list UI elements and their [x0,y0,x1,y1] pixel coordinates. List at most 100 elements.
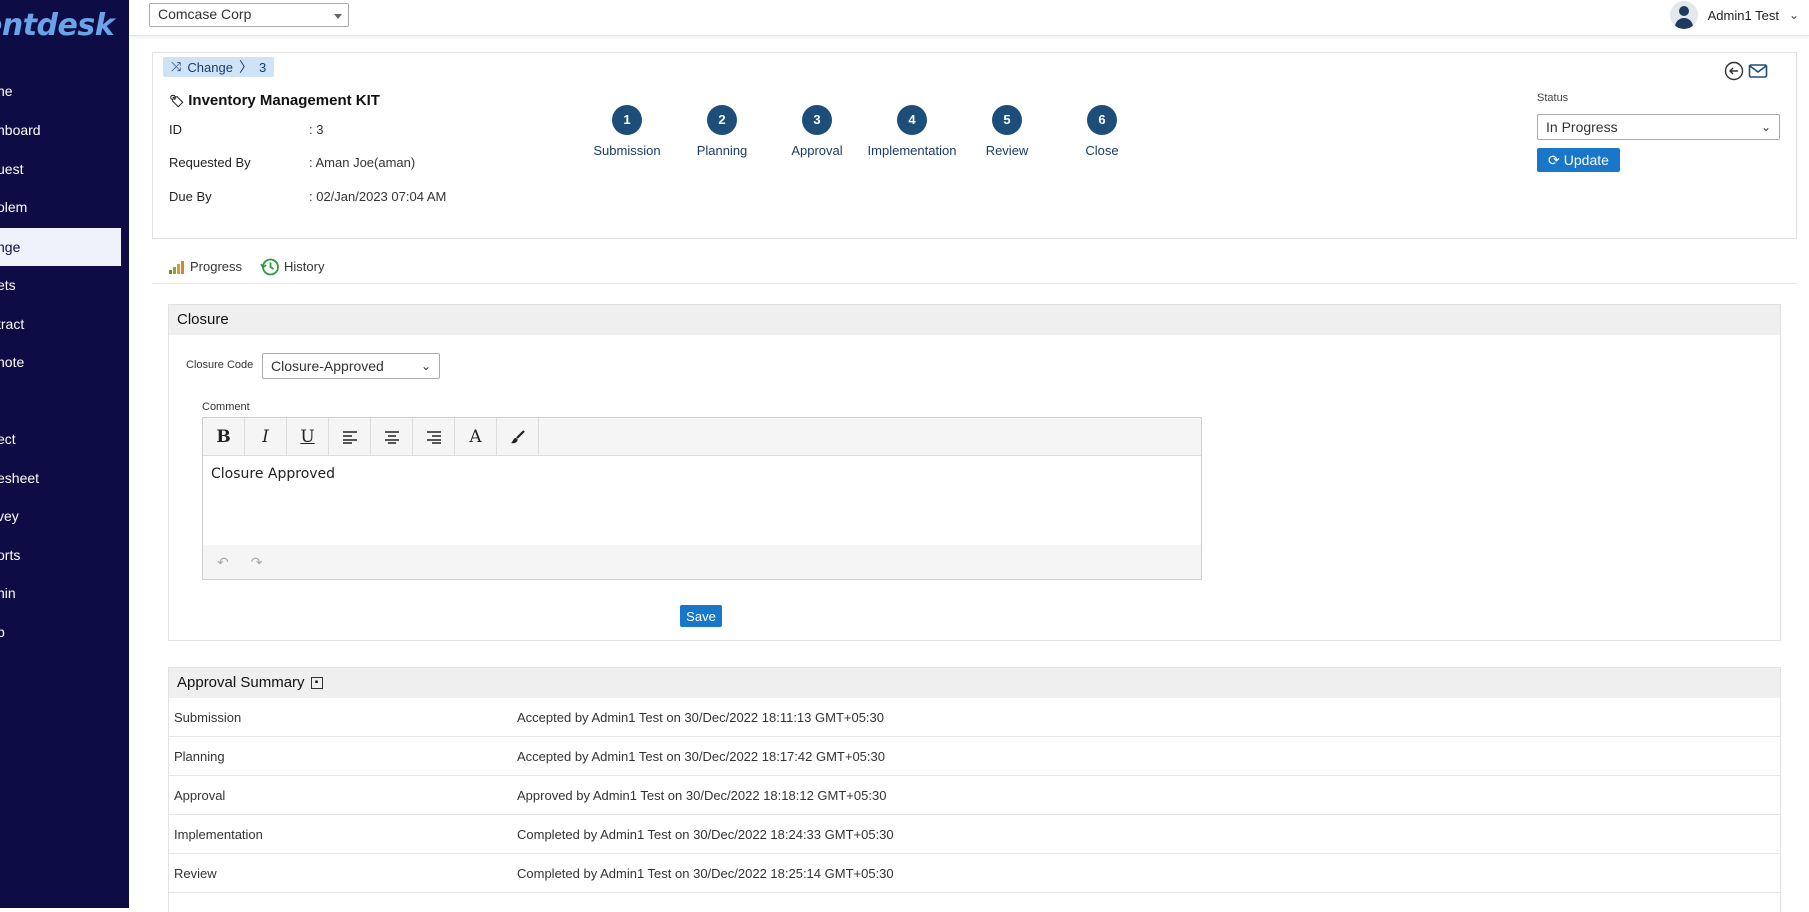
font-button[interactable]: A [455,418,497,456]
approval-stage: Review [174,865,217,881]
step-close[interactable]: 6 Close [1047,105,1157,158]
sidebar-item-reports[interactable]: orts [0,536,121,574]
requested-by-value: : Aman Joe(aman) [309,155,416,170]
step-number: 2 [707,105,737,135]
history-clock-icon [260,258,279,275]
due-by-value: : 02/Jan/2023 07:04 AM [309,189,447,204]
step-label: Approval [791,143,843,158]
progress-chart-icon [169,260,184,274]
sidebar-item-change[interactable]: nge [0,228,121,266]
user-name[interactable]: Admin1 Test [1708,8,1779,23]
top-bar: Comcase Corp Admin1 Test ⌄ [129,0,1809,36]
chevron-down-icon[interactable]: ⌄ [1789,8,1799,22]
tab-history[interactable]: History [260,257,324,277]
sidebar-item-assets[interactable]: ets [0,266,121,304]
step-review[interactable]: 5 Review [952,105,1062,158]
format-painter-button[interactable] [497,418,539,456]
save-button[interactable]: Save [680,605,722,627]
sidebar-item-help[interactable]: p [0,613,121,651]
change-detail-card: ⤨ Change 〉 3 🏷 Inventory Management KIT … [152,52,1797,239]
approval-stage: Planning [174,748,225,764]
approval-stage: Implementation [174,826,263,842]
sidebar-item-contract[interactable]: tract [0,305,121,343]
closure-code-select[interactable]: Closure-Approved ⌄ [262,353,440,379]
align-center-button[interactable] [371,418,413,456]
shuffle-icon: ⤨ [171,59,182,74]
breadcrumb-separator-icon: 〉 [238,59,253,75]
email-icon[interactable] [1748,61,1768,81]
step-submission[interactable]: 1 Submission [572,105,682,158]
breadcrumb: ⤨ Change 〉 3 [163,57,275,77]
closure-section: Closure Closure Code Closure-Approved ⌄ … [168,304,1781,641]
chevron-down-icon: ⌄ [420,359,431,373]
change-title: 🏷 Inventory Management KIT [169,92,380,109]
sidebar-item-home[interactable]: ne [0,72,121,110]
sidebar: entdesk ne hboard uest olem nge ets trac… [0,0,129,908]
approval-detail: Accepted by Admin1 Test on 30/Dec/2022 1… [517,748,885,764]
comment-label: Comment [202,401,250,413]
undo-icon[interactable]: ↶ [217,554,229,571]
align-center-icon [384,431,399,444]
step-implementation[interactable]: 4 Implementation [857,105,967,158]
sidebar-item-problem[interactable]: olem [0,188,121,226]
requested-by-label: Requested By [169,155,251,170]
align-right-button[interactable] [413,418,455,456]
organization-select[interactable]: Comcase Corp [149,3,349,27]
sidebar-item-dashboard[interactable]: hboard [0,111,121,149]
step-label: Planning [696,143,748,158]
step-label: Submission [593,143,661,158]
sidebar-item-remote[interactable]: note [0,343,121,381]
table-row: Approval Approved by Admin1 Test on 30/D… [169,776,1780,815]
step-number: 3 [802,105,832,135]
step-label: Close [1085,143,1119,158]
closure-code-value: Closure-Approved [271,358,384,374]
breadcrumb-module-link[interactable]: Change [187,60,233,75]
table-row: Implementation Completed by Admin1 Test … [169,815,1780,854]
detail-tabs: Progress History [152,250,1797,284]
tab-progress[interactable]: Progress [168,259,242,275]
editor-toolbar: B I U A [203,418,1201,456]
approval-detail: Approved by Admin1 Test on 30/Dec/2022 1… [517,787,887,803]
comment-text-area[interactable]: Closure Approved [203,456,1201,546]
back-arrow-icon[interactable] [1724,61,1744,81]
step-number: 5 [992,105,1022,135]
sidebar-item-timesheet[interactable]: esheet [0,459,121,497]
approval-summary-header: Approval Summary ▪ [169,668,1780,698]
underline-button[interactable]: U [287,418,329,456]
breadcrumb-id: 3 [258,59,267,75]
editor-footer: ↶ ↷ [203,545,1201,579]
align-left-button[interactable] [329,418,371,456]
tag-icon: 🏷 [169,93,185,108]
step-approval[interactable]: 3 Approval [762,105,872,158]
user-menu[interactable]: Admin1 Test ⌄ [1669,0,1799,30]
italic-button[interactable]: I [245,418,287,456]
align-right-icon [426,431,441,444]
bold-button[interactable]: B [203,418,245,456]
redo-icon[interactable]: ↷ [251,554,263,571]
approval-summary-section: Approval Summary ▪ Submission Accepted b… [168,667,1781,912]
avatar[interactable] [1669,1,1698,29]
table-row: Review Completed by Admin1 Test on 30/De… [169,854,1780,893]
update-button-label: Update [1563,152,1609,168]
sidebar-item-survey[interactable]: vey [0,497,121,535]
sidebar-item-admin[interactable]: nin [0,574,121,612]
closure-code-label: Closure Code [186,359,254,371]
step-number: 6 [1087,105,1117,135]
change-title-text: Inventory Management KIT [188,92,380,109]
collapse-toggle-icon[interactable]: ▪ [310,677,323,689]
step-number: 1 [612,105,642,135]
approval-summary-heading: Approval Summary [177,674,305,691]
step-planning[interactable]: 2 Planning [667,105,777,158]
organization-select-value: Comcase Corp [158,6,252,22]
sidebar-item-request[interactable]: uest [0,150,121,188]
dropdown-arrow-icon [334,14,342,19]
update-button[interactable]: ⟳ Update [1537,148,1620,172]
sidebar-item-project[interactable]: ect [0,420,121,458]
approval-detail: Accepted by Admin1 Test on 30/Dec/2022 1… [517,709,885,725]
step-number: 4 [897,105,927,135]
refresh-icon: ⟳ [1548,151,1560,168]
table-row: Submission Accepted by Admin1 Test on 30… [169,698,1780,737]
status-select[interactable]: In Progress ⌄ [1537,114,1780,140]
chevron-down-icon: ⌄ [1760,120,1771,134]
closure-heading: Closure [169,305,1780,335]
